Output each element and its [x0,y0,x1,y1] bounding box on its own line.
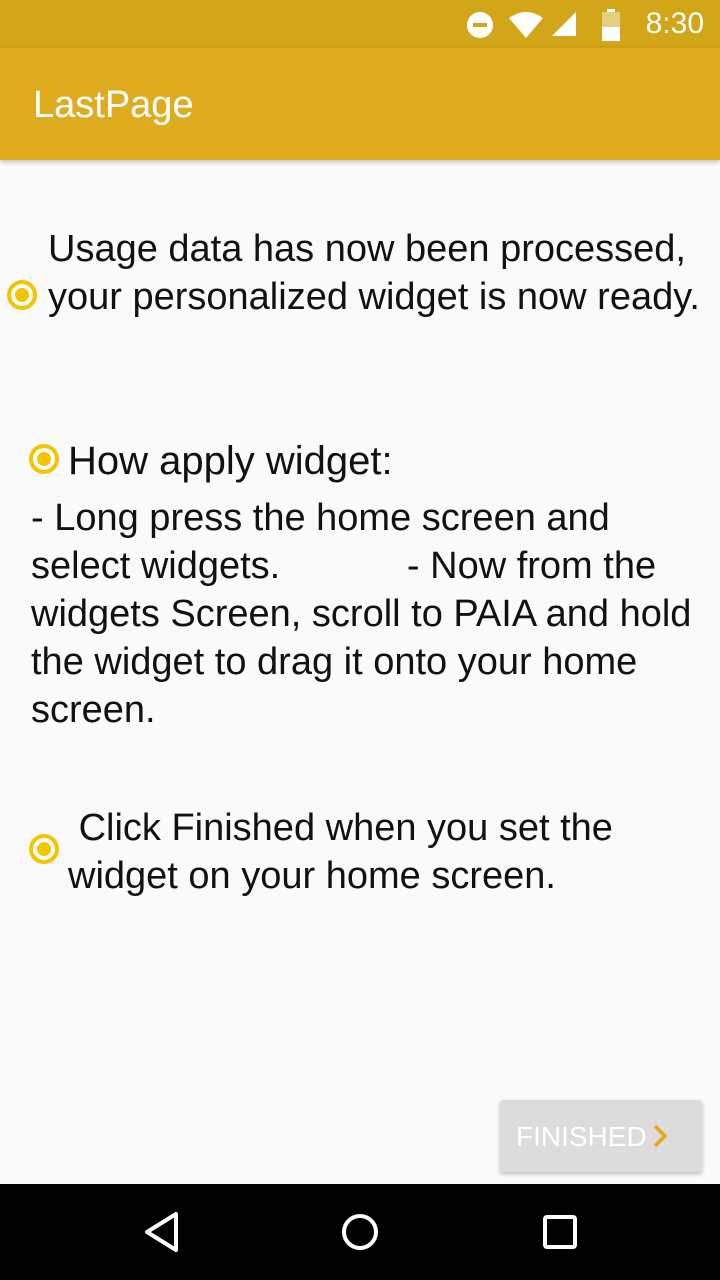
radio-item-1[interactable] [7,280,37,310]
do-not-disturb-icon [467,12,493,38]
status-bar: 8:30 [0,0,720,48]
radio-item-3[interactable] [29,834,59,864]
app-bar: LastPage [0,48,720,160]
processed-message: Usage data has now been processed, your … [48,228,700,318]
chevron-right-icon [653,1124,668,1148]
back-icon[interactable] [142,1210,182,1254]
radio-item-2[interactable] [29,444,59,474]
finish-hint: Click Finished when you set the widget o… [68,807,624,897]
finished-button[interactable]: FINISHED [500,1100,702,1172]
recents-icon[interactable] [540,1210,580,1254]
finished-button-label: FINISHED [516,1121,647,1152]
app-title: LastPage [33,84,194,126]
instructions-text: - Long press the home screen and select … [31,497,702,731]
navigation-bar [0,1184,720,1280]
instructions-heading: How apply widget: [68,439,393,483]
status-time: 8:30 [645,7,704,40]
signal-icon [552,12,576,36]
battery-icon [602,9,620,41]
home-icon[interactable] [340,1210,380,1254]
wifi-icon [509,12,543,38]
